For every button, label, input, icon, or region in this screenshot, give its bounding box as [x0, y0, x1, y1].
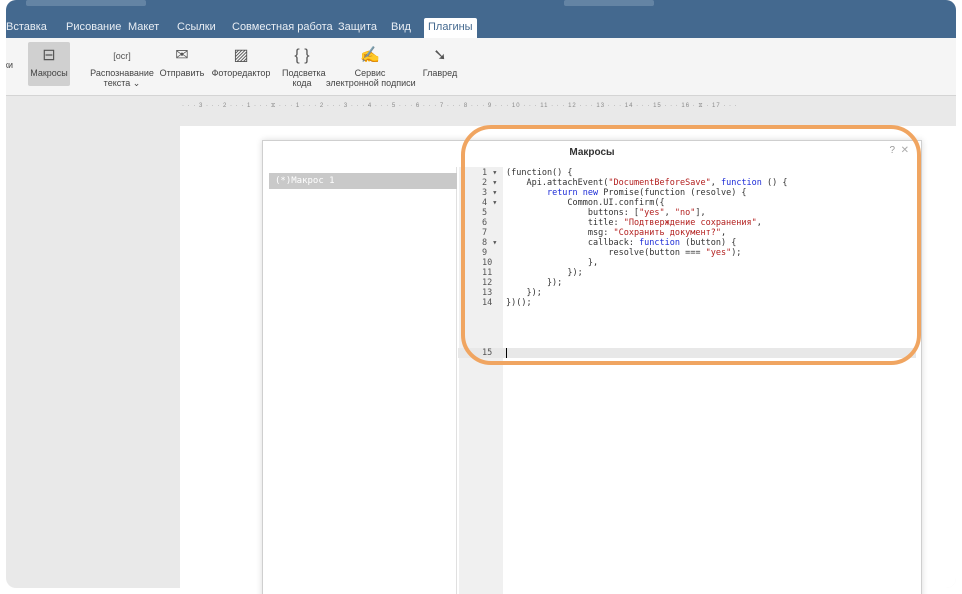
envelope-icon: ✉: [175, 47, 189, 64]
tab-plugins[interactable]: Плагины: [424, 18, 477, 38]
tab-references[interactable]: Ссылки: [173, 18, 220, 38]
window-title-left: [26, 0, 146, 6]
tab-view[interactable]: Вид: [387, 18, 415, 38]
e-signature-button[interactable]: ✍ Сервис электронной подписи: [326, 46, 416, 88]
send-button[interactable]: ✉ Отправить: [158, 46, 206, 78]
code-highlight-button[interactable]: { } Подсветка кода: [282, 46, 326, 88]
tab-collaboration[interactable]: Совместная работа: [228, 18, 337, 38]
ruler[interactable]: · · · 3 · · · 2 · · · 1 · · · ⧖ · · · 1 …: [182, 100, 838, 112]
signature-icon: ✍: [360, 47, 380, 64]
ocr-icon: [ocr]: [113, 51, 131, 61]
glavred-icon: ➘: [433, 47, 447, 64]
braces-icon: { }: [294, 47, 310, 64]
ribbon-toolbar: ки ⊟ Макросы [ocr] Распознавание текста …: [6, 38, 956, 96]
document-title: [564, 0, 654, 6]
macros-label: Макросы: [30, 68, 68, 78]
macros-icon: ⊟: [42, 47, 56, 64]
macro-item[interactable]: (*)Макрос 1: [269, 173, 457, 189]
photo-editor-button[interactable]: ▨ Фоторедактор: [208, 46, 274, 78]
glavred-button[interactable]: ➘ Главред: [420, 46, 460, 78]
orange-highlight-annotation: [461, 125, 921, 365]
tab-insert[interactable]: Вставка: [6, 18, 51, 38]
tab-protection[interactable]: Защита: [334, 18, 381, 38]
macro-list: (*)Макрос 1: [269, 167, 457, 594]
ocr-button[interactable]: [ocr] Распознавание текста ⌄: [90, 46, 154, 88]
tab-layout[interactable]: Макет: [124, 18, 163, 38]
tab-draw[interactable]: Рисование: [62, 18, 125, 38]
ribbon-tabs: Вставка Рисование Макет Ссылки Совместна…: [6, 0, 956, 38]
photo-editor-icon: ▨: [233, 47, 249, 64]
partial-tool[interactable]: ки: [6, 58, 13, 70]
macros-button[interactable]: ⊟ Макросы: [28, 42, 70, 86]
